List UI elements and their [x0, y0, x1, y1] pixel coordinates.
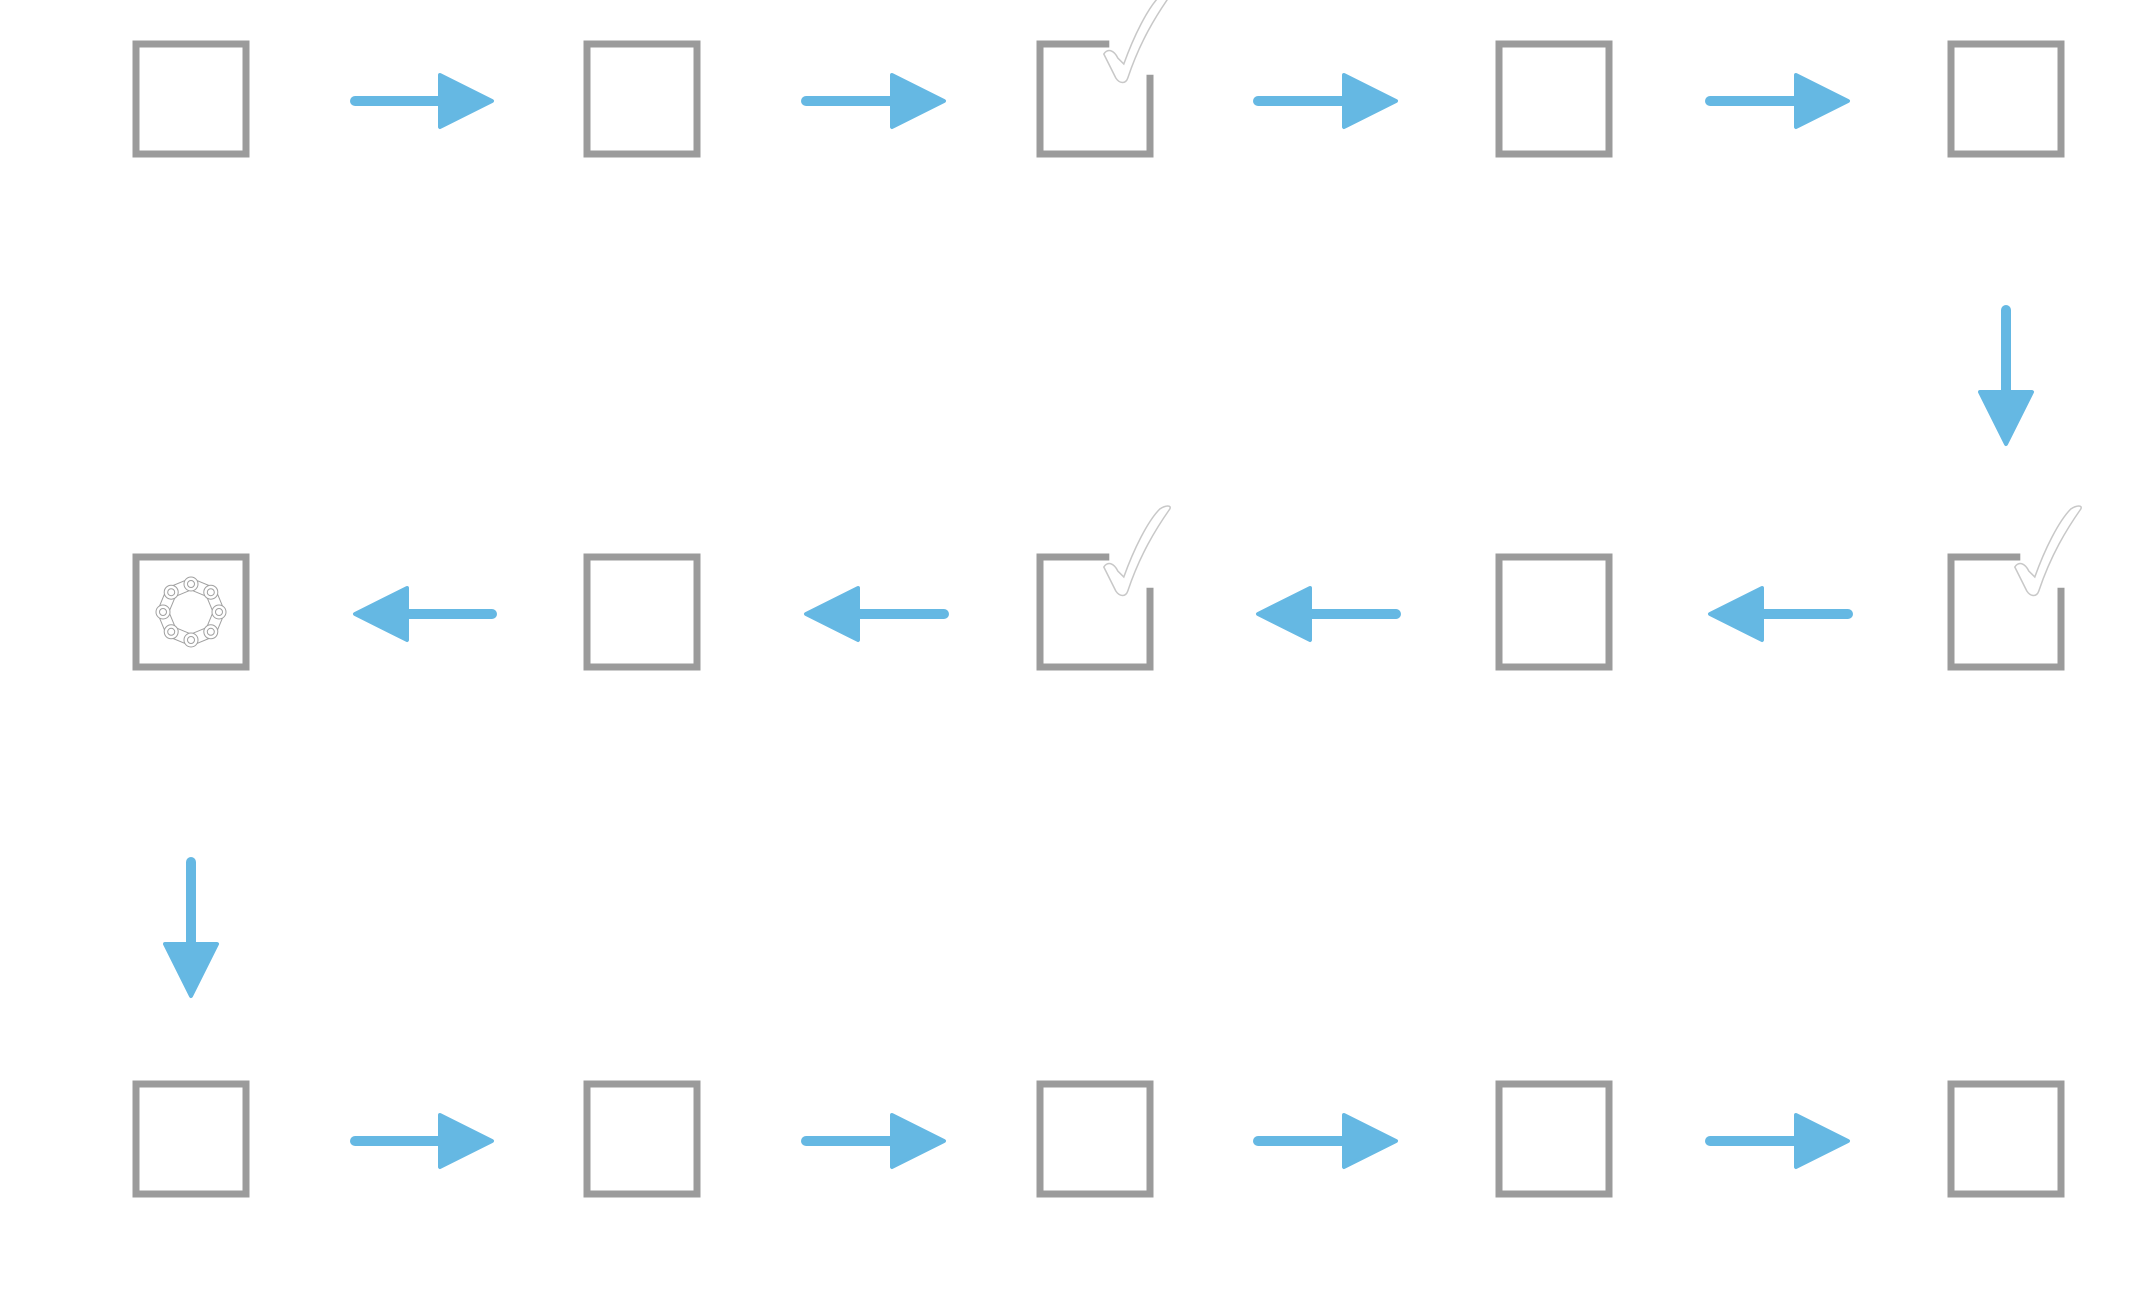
step-box-outline — [583, 1080, 701, 1198]
chain-loop-icon — [155, 576, 227, 648]
step-box-outline — [1947, 40, 2065, 158]
flow-arrow — [801, 73, 946, 129]
step-box-outline — [583, 40, 701, 158]
checkmark-icon — [1102, 505, 1171, 597]
step-box-outline — [1495, 553, 1613, 671]
step-box-r2s1 — [132, 553, 250, 671]
step-box-outline — [132, 553, 250, 671]
step-box-outline — [1495, 1080, 1613, 1198]
step-box-r3s5 — [1947, 1080, 2065, 1198]
step-box-outline — [132, 1080, 250, 1198]
flow-arrow — [1708, 586, 1853, 642]
flow-arrow — [1253, 73, 1398, 129]
checkmark-icon — [1102, 0, 1168, 84]
step-box-outline — [1947, 1080, 2065, 1198]
flow-arrow — [1253, 1113, 1398, 1169]
flow-arrow — [350, 73, 494, 129]
flow-arrow-down — [163, 857, 219, 998]
step-box-r2s4 — [1495, 553, 1613, 671]
step-box-r1s5 — [1947, 40, 2065, 158]
flow-arrow — [801, 1113, 946, 1169]
step-box-r3s1 — [132, 1080, 250, 1198]
flow-arrow — [804, 586, 949, 642]
flow-arrow — [1705, 1113, 1850, 1169]
step-box-outline — [1495, 40, 1613, 158]
step-box-r1s2 — [583, 40, 701, 158]
step-box-r3s3 — [1036, 1080, 1154, 1198]
checkmark-icon — [2013, 505, 2082, 597]
step-box-outline — [1036, 1080, 1154, 1198]
flow-arrow — [1705, 73, 1850, 129]
step-box-r2s2 — [583, 553, 701, 671]
flow-diagram — [132, 0, 2082, 1198]
step-box-r1s4 — [1495, 40, 1613, 158]
step-box-r1s1 — [132, 40, 250, 158]
flow-arrow — [350, 1113, 494, 1169]
step-box-r2s3 — [1036, 505, 1171, 671]
step-box-r3s2 — [583, 1080, 701, 1198]
step-box-r3s4 — [1495, 1080, 1613, 1198]
flow-arrow — [353, 586, 497, 642]
flow-arrow — [1256, 586, 1401, 642]
flow-arrow-down — [1978, 305, 2034, 446]
step-box-r2s5 — [1947, 505, 2082, 671]
step-box-outline — [132, 40, 250, 158]
step-box-outline — [583, 553, 701, 671]
step-box-r1s3 — [1036, 0, 1168, 158]
